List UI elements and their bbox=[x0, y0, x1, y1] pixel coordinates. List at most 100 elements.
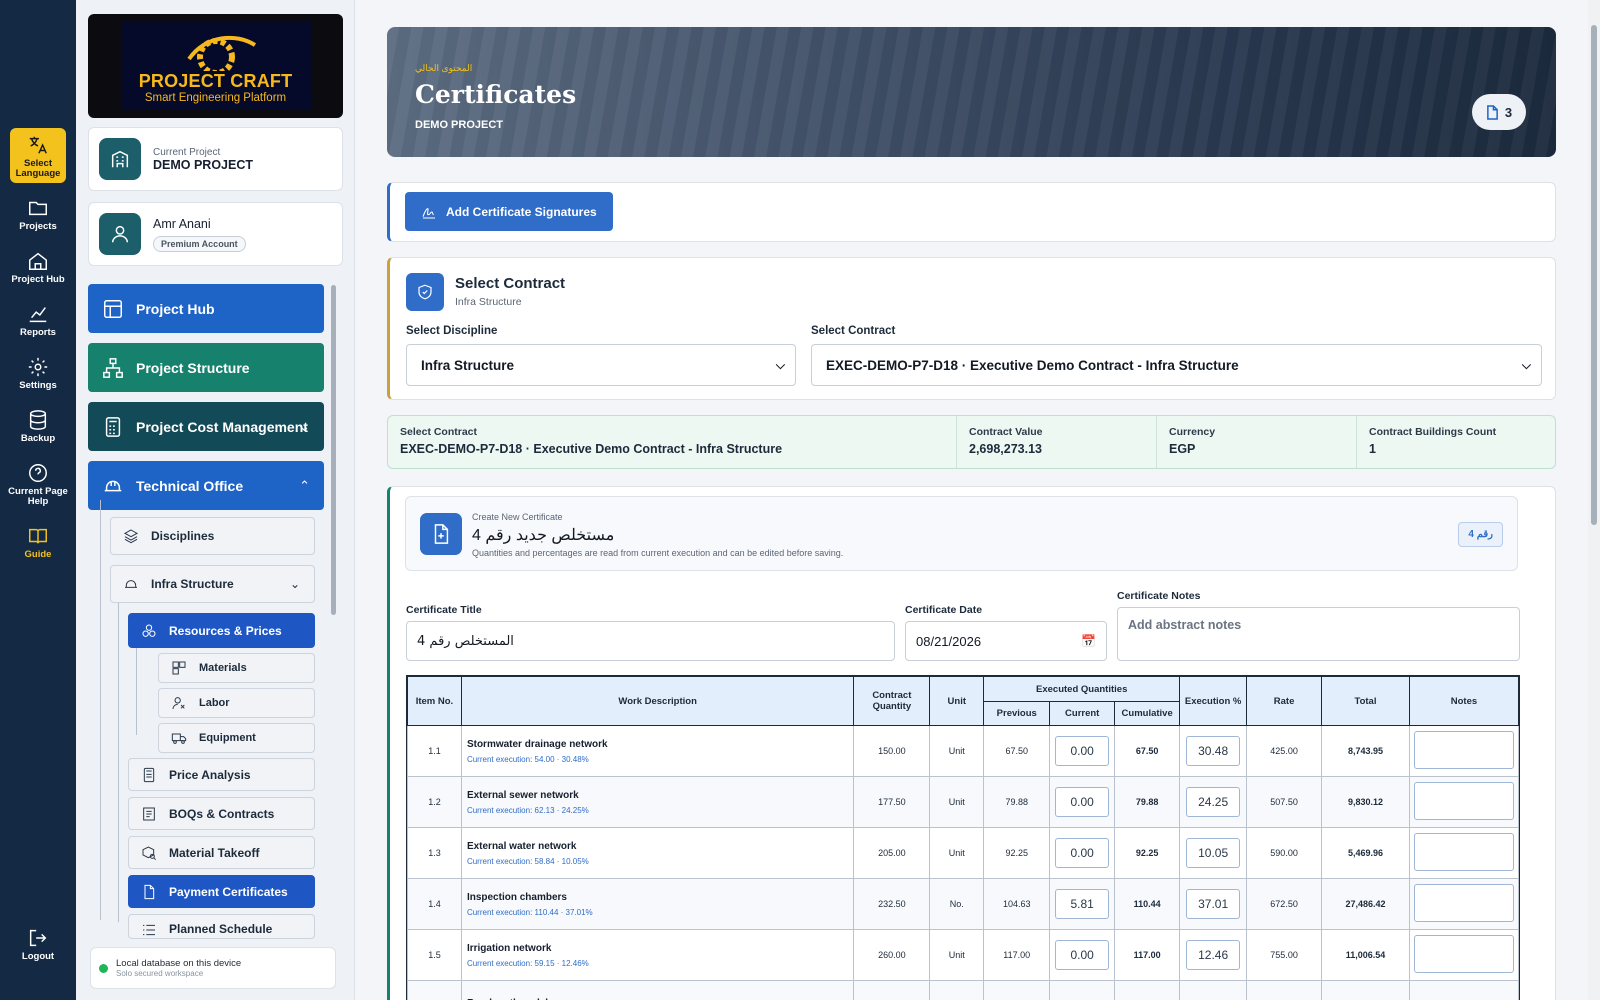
cell-rate bbox=[1246, 980, 1323, 1000]
table-row: Road earthwork layers bbox=[407, 980, 1520, 1000]
chart-icon bbox=[29, 307, 47, 323]
nav-boqs-contracts[interactable]: BOQs & Contracts bbox=[128, 797, 315, 830]
execution-pct-input[interactable]: 10.05 bbox=[1186, 838, 1241, 868]
row-notes-input[interactable] bbox=[1413, 884, 1514, 922]
execution-pct-input[interactable]: 24.25 bbox=[1186, 787, 1241, 817]
nav-price-analysis[interactable]: Price Analysis bbox=[128, 758, 315, 791]
contract-select[interactable]: EXEC-DEMO-P7-D18 · Executive Demo Contra… bbox=[811, 344, 1542, 386]
cell-cumulative bbox=[1114, 980, 1181, 1000]
list-icon bbox=[143, 924, 155, 936]
nav-disciplines[interactable]: Disciplines bbox=[110, 517, 315, 555]
cell-execution-pct: 37.01 bbox=[1179, 878, 1248, 930]
cell-unit: No. bbox=[929, 878, 985, 930]
cell-work-description: Stormwater drainage network Current execu… bbox=[460, 725, 855, 777]
scrollbar-thumb[interactable] bbox=[1591, 25, 1597, 525]
cell-cumulative: 110.44 bbox=[1114, 878, 1181, 930]
nav-label: Disciplines bbox=[151, 529, 215, 543]
cell-rate: 590.00 bbox=[1246, 827, 1323, 879]
guide-button[interactable]: Guide bbox=[7, 525, 69, 560]
work-current-execution: Current execution: 54.00 · 30.48% bbox=[466, 754, 589, 764]
signature-icon bbox=[422, 207, 435, 219]
work-current-execution: Current execution: 62.13 · 24.25% bbox=[466, 805, 589, 815]
file-plus-icon bbox=[420, 513, 462, 555]
current-qty-input[interactable]: 0.00 bbox=[1055, 940, 1110, 970]
sidebar-scrollbar[interactable] bbox=[331, 285, 336, 615]
rail-label: Select Language bbox=[15, 158, 61, 179]
current-qty-input[interactable]: 0.00 bbox=[1055, 838, 1110, 868]
logout-button[interactable]: Logout bbox=[7, 927, 69, 962]
discipline-select[interactable]: Infra Structure ⌵ bbox=[406, 344, 796, 386]
nav-label: Equipment bbox=[199, 732, 256, 744]
boxes-icon bbox=[172, 661, 186, 675]
new-certificate-title: مستخلص جديد رقم 4 bbox=[472, 527, 615, 544]
certificate-date-input[interactable]: 08/21/2026 📅 bbox=[905, 621, 1107, 661]
project-hub-button[interactable]: Project Hub bbox=[7, 250, 69, 285]
settings-button[interactable]: Settings bbox=[7, 356, 69, 391]
nav-labor[interactable]: Labor bbox=[158, 688, 315, 718]
nav-label: Project Structure bbox=[136, 359, 250, 376]
nav-planned-schedule[interactable]: Planned Schedule bbox=[128, 914, 315, 939]
discipline-value: Infra Structure bbox=[421, 357, 515, 373]
info-contract-value: Contract Value 2,698,273.13 bbox=[957, 416, 1157, 468]
cell-item-no: 1.1 bbox=[407, 725, 462, 777]
hardhat-icon bbox=[125, 580, 137, 588]
cell-current: 0.00 bbox=[1049, 929, 1116, 981]
certificate-notes-input[interactable]: Add abstract notes bbox=[1117, 607, 1520, 661]
reports-button[interactable]: Reports bbox=[7, 303, 69, 338]
nav-resources-prices[interactable]: Resources & Prices bbox=[128, 613, 315, 648]
nav-project-hub[interactable]: Project Hub bbox=[88, 284, 324, 333]
certificate-title-input[interactable] bbox=[406, 621, 895, 661]
current-qty-input[interactable]: 5.81 bbox=[1055, 889, 1110, 919]
select-language-button[interactable]: Select Language bbox=[10, 128, 66, 183]
execution-pct-input[interactable]: 37.01 bbox=[1186, 889, 1241, 919]
cell-unit: Unit bbox=[929, 827, 985, 879]
header-arabic-label: المحتوى الحالي bbox=[415, 63, 473, 73]
execution-pct-input[interactable]: 30.48 bbox=[1186, 736, 1241, 766]
new-certificate-panel: Create New Certificate مستخلص جديد رقم 4… bbox=[387, 486, 1556, 1000]
projects-button[interactable]: Projects bbox=[7, 197, 69, 232]
cell-previous: 104.63 bbox=[983, 878, 1051, 930]
package-search-icon bbox=[142, 845, 157, 860]
chevron-down-icon: ⌄ bbox=[289, 577, 300, 591]
nav-materials[interactable]: Materials bbox=[158, 653, 315, 683]
row-notes-input[interactable] bbox=[1413, 782, 1514, 820]
nav-technical-office[interactable]: Technical Office ⌃ bbox=[88, 461, 324, 510]
nav-material-takeoff[interactable]: Material Takeoff bbox=[128, 836, 315, 869]
worker-icon bbox=[172, 697, 185, 710]
row-notes-input[interactable] bbox=[1413, 731, 1514, 769]
nav-equipment[interactable]: Equipment bbox=[158, 723, 315, 753]
translate-icon bbox=[29, 136, 47, 154]
execution-pct-input[interactable]: 12.46 bbox=[1186, 940, 1241, 970]
cell-cumulative: 117.00 bbox=[1114, 929, 1181, 981]
cell-rate: 755.00 bbox=[1246, 929, 1323, 981]
info-label: Select Contract bbox=[400, 426, 478, 438]
current-project-card[interactable]: Current Project DEMO PROJECT bbox=[88, 127, 343, 191]
chevron-down-icon: ⌵ bbox=[775, 358, 785, 372]
work-title: External sewer network bbox=[466, 789, 579, 801]
add-signatures-button[interactable]: Add Certificate Signatures bbox=[405, 192, 613, 231]
page-subtitle: DEMO PROJECT bbox=[415, 119, 504, 131]
sidebar-nav: Project Hub Project Structure Project Co… bbox=[88, 284, 324, 520]
cell-contract-quantity bbox=[853, 980, 931, 1000]
nav-infra-structure[interactable]: Infra Structure ⌄ bbox=[110, 565, 315, 603]
backup-button[interactable]: Backup bbox=[7, 409, 69, 444]
nav-payment-certificates[interactable]: Payment Certificates bbox=[128, 875, 315, 908]
cell-notes bbox=[1408, 929, 1520, 981]
work-current-execution: Current execution: 59.15 · 12.46% bbox=[466, 958, 589, 968]
row-notes-input[interactable] bbox=[1413, 833, 1514, 871]
cell-unit: Unit bbox=[929, 929, 985, 981]
cell-total: 8,743.95 bbox=[1321, 725, 1410, 777]
current-qty-input[interactable]: 0.00 bbox=[1055, 787, 1110, 817]
current-page-help-button[interactable]: Current Page Help bbox=[7, 462, 69, 507]
nav-cost-management[interactable]: Project Cost Management ⌄ bbox=[88, 402, 324, 451]
certificate-date-label: Certificate Date bbox=[905, 604, 983, 616]
current-qty-input[interactable]: 0.00 bbox=[1055, 736, 1110, 766]
row-notes-input[interactable] bbox=[1413, 935, 1514, 973]
calendar-icon[interactable]: 📅 bbox=[1081, 634, 1096, 648]
cell-total bbox=[1321, 980, 1410, 1000]
certificate-date-value: 08/21/2026 bbox=[916, 633, 982, 649]
page-scrollbar[interactable] bbox=[1588, 0, 1600, 1000]
user-card[interactable]: Amr Anani Premium Account bbox=[88, 202, 343, 266]
info-label: Contract Buildings Count bbox=[1369, 426, 1497, 438]
nav-project-structure[interactable]: Project Structure bbox=[88, 343, 324, 392]
